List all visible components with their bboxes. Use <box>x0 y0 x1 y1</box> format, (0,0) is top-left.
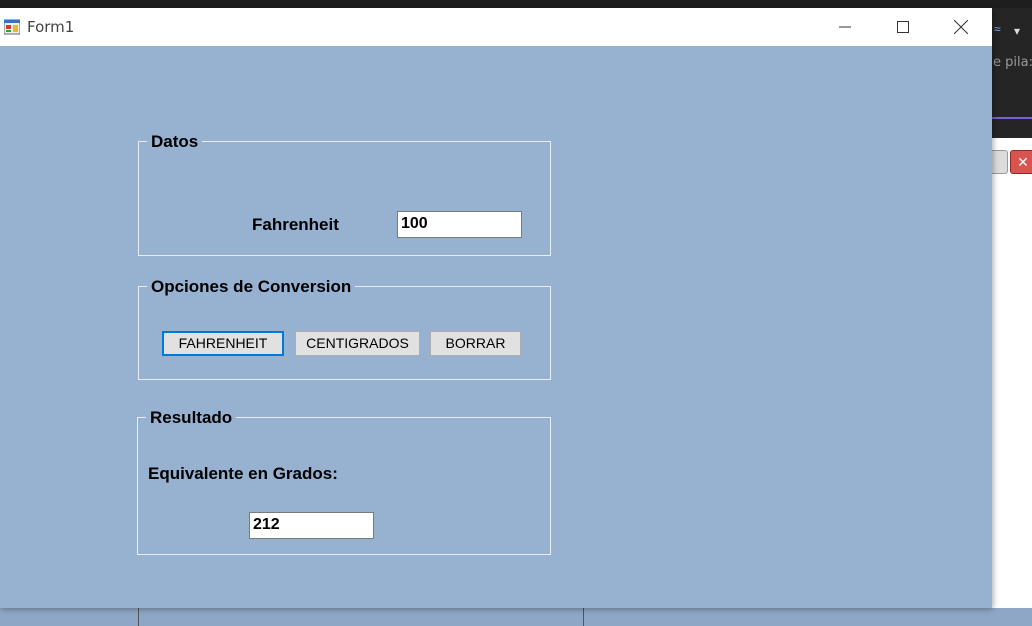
background-resize-handle <box>583 608 584 626</box>
fahrenheit-button[interactable]: FAHRENHEIT <box>162 331 284 356</box>
centigrados-button[interactable]: CENTIGRADOS <box>295 331 420 356</box>
close-button[interactable] <box>932 8 990 46</box>
resultado-group-title: Resultado <box>146 408 237 428</box>
background-ide-text: e pila: <box>993 55 1032 70</box>
background-mini-close-icon: ✕ <box>1010 150 1032 174</box>
resultado-groupbox: Resultado Equivalente en Grados: 212 <box>137 408 551 555</box>
form-window: Form1 Datos Fahrenheit 100 Opciones de C… <box>0 8 992 608</box>
equivalente-label: Equivalente en Grados: <box>148 464 338 483</box>
maximize-button[interactable] <box>874 8 932 46</box>
datos-group-title: Datos <box>147 132 203 152</box>
winforms-app-icon <box>4 19 20 35</box>
title-bar[interactable]: Form1 <box>0 8 992 46</box>
borrar-button[interactable]: BORRAR <box>430 331 521 356</box>
minimize-button[interactable] <box>816 8 874 46</box>
datos-groupbox: Datos Fahrenheit 100 <box>138 132 551 256</box>
opciones-groupbox: Opciones de Conversion FAHRENHEIT CENTIG… <box>138 277 551 380</box>
background-ide-top <box>0 0 1032 8</box>
background-designer-bottom <box>0 608 1032 626</box>
window-title: Form1 <box>27 18 75 36</box>
background-ide-dropdown-icon: ▾ <box>1014 24 1021 38</box>
background-designer-area <box>992 138 1032 608</box>
fahrenheit-label: Fahrenheit <box>252 215 339 234</box>
background-ide-icon: ≈ <box>994 22 1001 36</box>
fahrenheit-input[interactable]: 100 <box>397 211 522 238</box>
background-resize-handle <box>138 608 139 626</box>
resultado-output[interactable]: 212 <box>249 512 374 539</box>
opciones-group-title: Opciones de Conversion <box>147 277 356 297</box>
minimize-icon <box>839 26 851 28</box>
maximize-icon <box>897 21 909 33</box>
background-mini-button <box>990 150 1008 174</box>
close-icon <box>954 20 968 34</box>
background-ide-accent-line <box>992 117 1032 119</box>
